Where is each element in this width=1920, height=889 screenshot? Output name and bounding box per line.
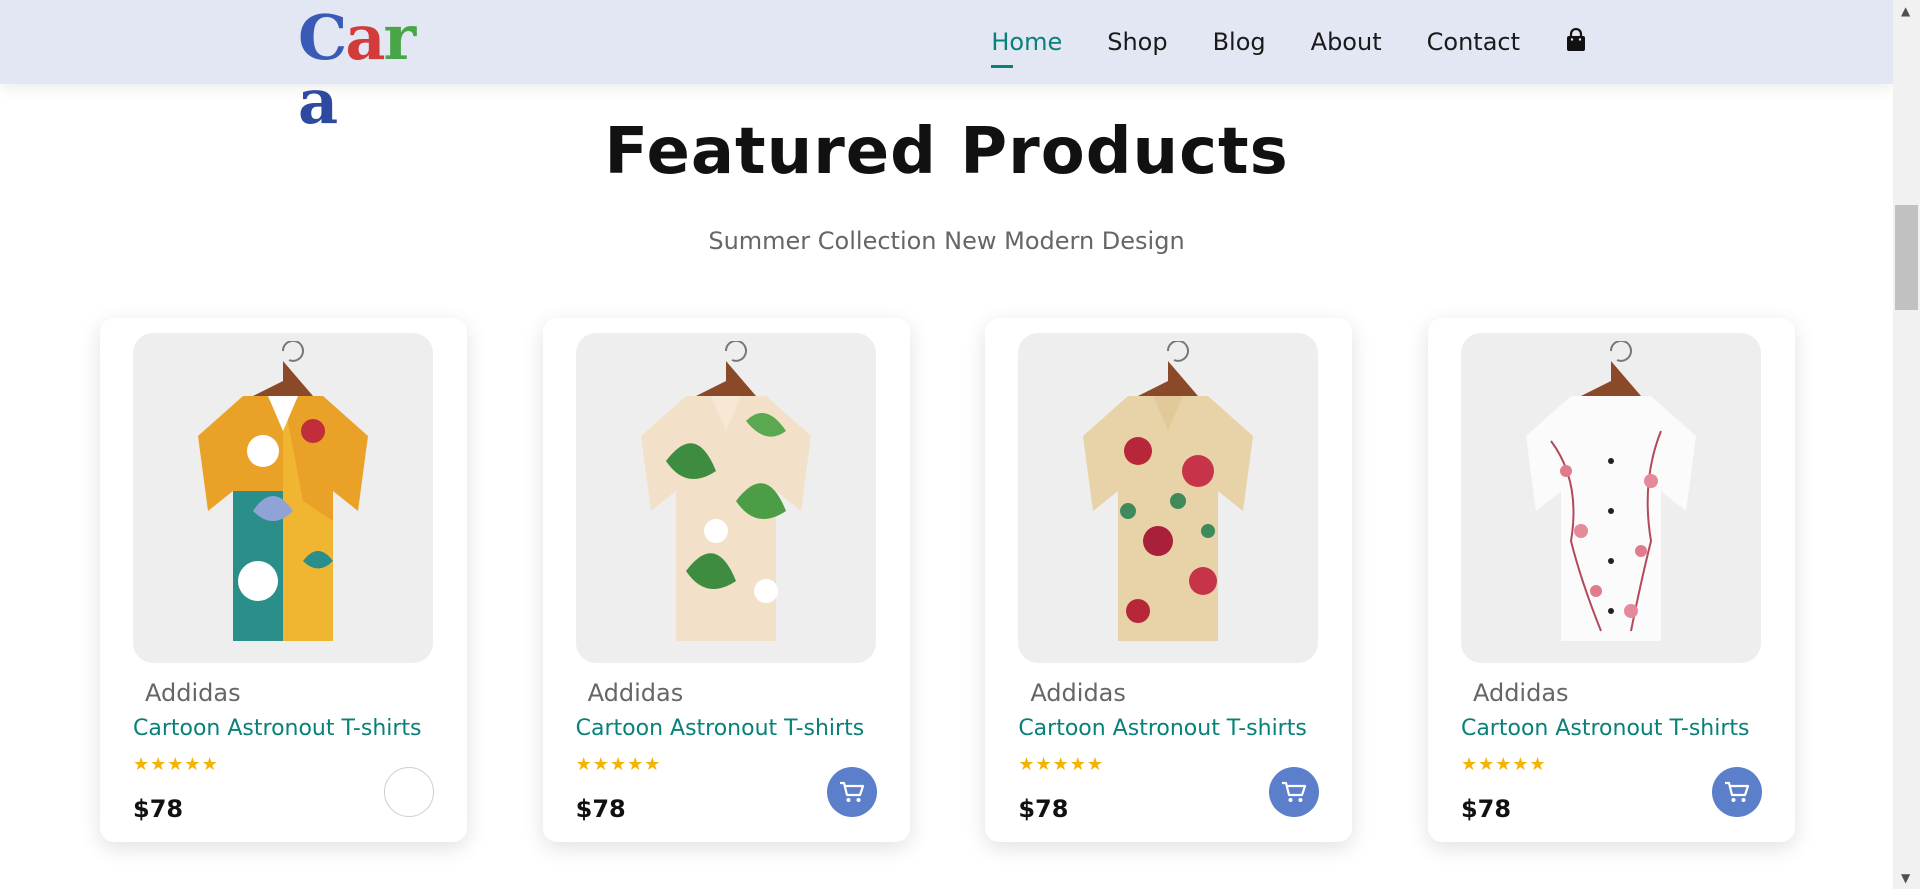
product-card[interactable]: Addidas Cartoon Astronout T-shirts ★★★★★… — [542, 318, 910, 842]
nav-about[interactable]: About — [1311, 28, 1382, 56]
product-name[interactable]: Cartoon Astronout T-shirts — [133, 716, 422, 741]
product-image[interactable] — [575, 333, 876, 663]
product-name[interactable]: Cartoon Astronout T-shirts — [1018, 716, 1307, 741]
star-rating: ★★★★★ — [133, 754, 219, 775]
product-image[interactable] — [133, 333, 433, 663]
cart-icon — [1282, 781, 1307, 802]
shirt-image — [1083, 341, 1254, 641]
star-icon: ★ — [201, 754, 219, 775]
product-brand: Addidas — [1030, 679, 1126, 707]
site-header: Cara Home Shop Blog About Contact — [0, 0, 1893, 134]
section-title: Featured Products — [604, 115, 1289, 189]
star-icon: ★ — [1495, 754, 1513, 775]
cart-icon — [839, 781, 864, 802]
product-card[interactable]: Addidas Cartoon Astronout T-shirts ★★★★★… — [1427, 318, 1795, 842]
nav-home[interactable]: Home — [991, 28, 1062, 68]
product-name[interactable]: Cartoon Astronout T-shirts — [576, 716, 865, 741]
star-rating: ★★★★★ — [1461, 754, 1547, 775]
star-icon: ★ — [592, 754, 610, 775]
nav-blog[interactable]: Blog — [1213, 28, 1266, 56]
product-price: $78 — [1018, 795, 1069, 823]
product-image[interactable] — [1018, 333, 1319, 663]
star-icon: ★ — [627, 754, 645, 775]
nav-shop[interactable]: Shop — [1107, 28, 1167, 56]
star-rating: ★★★★★ — [1018, 754, 1104, 775]
star-icon: ★ — [609, 754, 628, 775]
scrollbar-thumb[interactable] — [1895, 205, 1918, 310]
product-brand: Addidas — [145, 679, 241, 707]
star-icon: ★ — [1052, 754, 1070, 775]
shirt-image — [1525, 341, 1696, 641]
product-brand: Addidas — [1472, 679, 1569, 707]
shirt-image — [198, 341, 368, 641]
star-icon: ★ — [644, 754, 662, 775]
product-price: $78 — [1460, 795, 1512, 823]
shirt-image — [640, 341, 811, 641]
product-image[interactable] — [1460, 333, 1761, 663]
star-icon: ★ — [1478, 754, 1496, 775]
scroll-down-arrow-icon[interactable]: ▼ — [1901, 871, 1910, 885]
star-icon: ★ — [184, 754, 202, 775]
product-grid: Addidas Cartoon Astronout T-shirts ★★★★★… — [100, 318, 1795, 842]
add-to-cart-button[interactable] — [826, 767, 877, 817]
section-subtitle: Summer Collection New Modern Design — [708, 227, 1185, 255]
product-brand: Addidas — [587, 679, 684, 707]
star-icon: ★ — [1086, 754, 1105, 775]
cart-icon — [1724, 781, 1750, 802]
add-to-cart-button[interactable] — [1269, 767, 1320, 817]
product-price: $78 — [133, 795, 184, 823]
star-rating: ★★★★★ — [576, 754, 662, 775]
star-icon: ★ — [1069, 754, 1087, 775]
star-icon: ★ — [150, 754, 168, 775]
add-to-cart-button[interactable] — [1711, 767, 1762, 817]
logo[interactable]: Cara — [298, 6, 450, 134]
star-icon: ★ — [1018, 754, 1036, 775]
star-icon: ★ — [1035, 754, 1053, 775]
nav-contact[interactable]: Contact — [1427, 28, 1520, 56]
add-to-cart-button[interactable] — [384, 767, 434, 817]
shopping-bag-icon[interactable] — [1565, 28, 1587, 52]
product-card[interactable]: Addidas Cartoon Astronout T-shirts ★★★★★… — [985, 318, 1353, 842]
product-price: $78 — [575, 795, 626, 823]
product-card[interactable]: Addidas Cartoon Astronout T-shirts ★★★★★… — [100, 318, 467, 842]
star-icon: ★ — [167, 754, 185, 775]
product-name[interactable]: Cartoon Astronout T-shirts — [1461, 716, 1750, 741]
page-scrollbar[interactable]: ▲ ▼ — [1893, 0, 1920, 889]
star-icon: ★ — [1529, 754, 1547, 775]
star-icon: ★ — [1460, 754, 1479, 775]
scroll-up-arrow-icon[interactable]: ▲ — [1901, 4, 1910, 18]
star-icon: ★ — [1512, 754, 1530, 775]
main-nav: Home Shop Blog About Contact — [946, 0, 1587, 84]
star-icon: ★ — [575, 754, 593, 775]
star-icon: ★ — [133, 754, 151, 775]
